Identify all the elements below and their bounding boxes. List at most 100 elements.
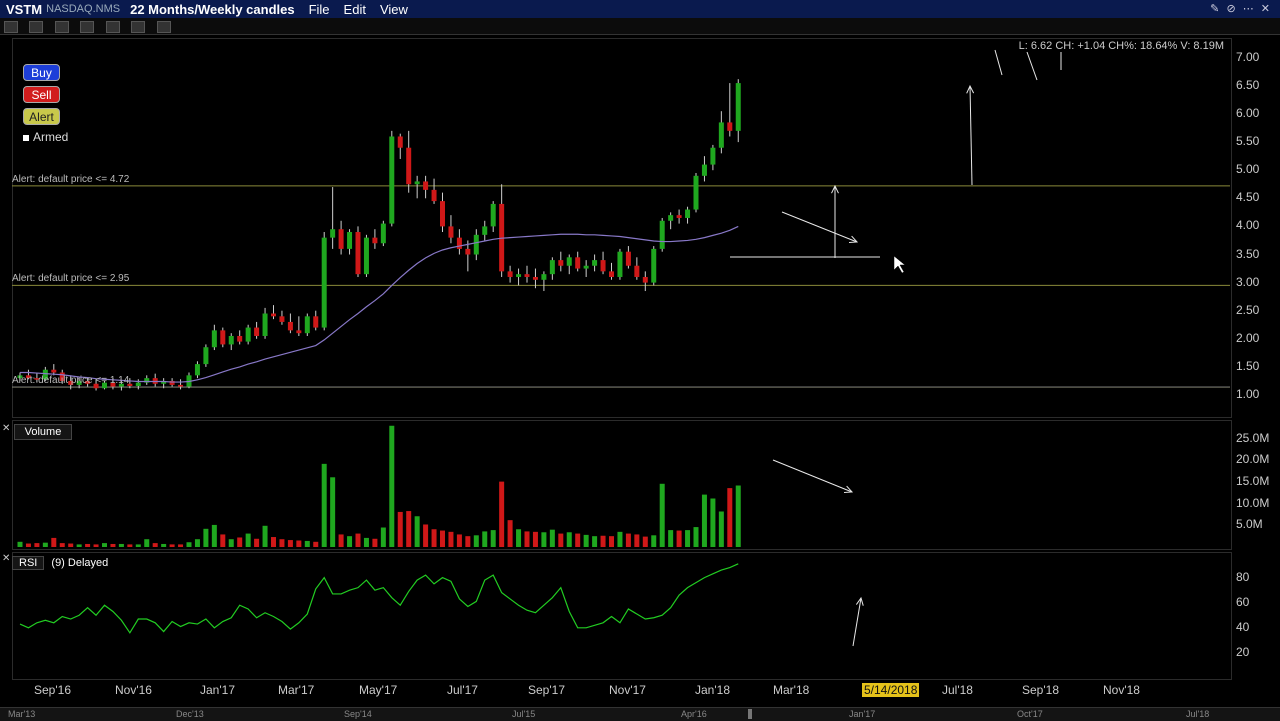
price-axis-tick: 5.50 [1236,134,1260,149]
volume-bar [279,539,285,547]
candle-body [355,232,361,275]
volume-bar [389,425,395,547]
time-axis-tick: Nov'17 [609,683,646,697]
close-rsi-icon[interactable]: ✕ [2,553,10,564]
chart-canvas[interactable] [0,0,1280,720]
rsi-params[interactable]: (9) Delayed [51,557,108,569]
volume-bar [406,511,412,547]
mouse-cursor-icon [893,255,906,274]
volume-bar [701,494,707,547]
candle-body [254,327,260,336]
navigator-handle[interactable] [748,709,752,719]
volume-bar [262,525,268,547]
candle-body [440,201,445,227]
candle-body [583,265,589,269]
time-axis-tick: Jan'18 [695,683,730,697]
candle-body [600,260,606,272]
candle-body [718,122,724,148]
candle-body [575,257,581,269]
volume-bar [609,536,614,547]
navigator-tick: Jul'15 [512,709,536,719]
volume-bar [558,533,564,547]
volume-bar [186,542,192,547]
alert-button[interactable]: Alert [23,108,60,125]
candle-body [338,229,344,249]
alert-label-low[interactable]: Alert: default price <= 1.14 [12,375,129,386]
candle-body [592,260,598,266]
volume-bar [625,533,631,547]
candle-body [651,248,657,283]
time-axis-tick: Mar'17 [278,683,315,697]
volume-bar [194,539,200,547]
volume-bar [144,539,150,547]
range-navigator[interactable]: Mar'13 Dec'13 Sep'14 Jul'15 Apr'16 Jan'17 Oct'… [0,707,1280,721]
volume-bar [135,544,141,547]
volume-bar [735,485,741,547]
candle-body [178,384,184,387]
last-price-info: L: 6.62 CH: +1.04 CH%: 18.64% V: 8.19M [1018,40,1224,52]
candle-body [566,257,572,266]
close-volume-icon[interactable]: ✕ [2,423,10,434]
volume-bar [440,530,445,547]
volume-bar [25,543,31,547]
candle-body [380,223,386,244]
armed-checkbox-icon[interactable] [23,134,29,141]
candle-body [321,237,327,328]
rsi-line [19,563,739,634]
volume-title[interactable]: Volume [14,424,72,440]
candle-body [482,226,488,235]
volume-bar [718,511,724,547]
candle-body [617,251,623,277]
candle-body [313,316,319,328]
candle-body [211,330,217,348]
volume-bar [313,541,319,547]
volume-bar [592,536,598,547]
rsi-axis-tick: 20 [1236,644,1250,659]
candle-body [541,274,547,280]
price-axis-tick: 6.50 [1236,77,1260,92]
candle-body [245,327,251,342]
alert-label-mid[interactable]: Alert: default price <= 2.95 [12,273,129,284]
armed-indicator[interactable]: Armed [23,130,68,144]
volume-bar [659,483,665,547]
price-axis-tick: 3.50 [1236,246,1260,261]
volume-bar [727,488,733,547]
navigator-tick: Jan'17 [849,709,876,719]
volume-bar [304,540,310,547]
candle-body [228,335,234,345]
volume-bar [17,541,23,547]
rsi-title-bar: RSI (9) Delayed [12,556,108,570]
navigator-tick: Oct'17 [1017,709,1043,719]
volume-bar [245,533,251,547]
price-axis-tick: 4.00 [1236,218,1260,233]
price-axis-tick: 3.00 [1236,274,1260,289]
rsi-title[interactable]: RSI [12,556,45,570]
alert-label-high[interactable]: Alert: default price <= 4.72 [12,174,129,185]
volume-bar [254,538,260,547]
sell-button[interactable]: Sell [23,86,60,103]
candle-body [693,175,699,210]
volume-bar [59,543,65,547]
time-axis-tick: Nov'18 [1103,683,1140,697]
annotation-mark-2 [1026,51,1038,81]
candle-body [372,237,378,244]
candle-body [194,364,200,376]
buy-button[interactable]: Buy [23,64,60,81]
volume-bar [93,544,99,547]
candle-body [659,220,665,249]
volume-bar [42,542,48,547]
volume-bar [296,540,302,547]
candle-body [279,316,285,322]
candle-body [625,251,631,266]
candle-body [262,313,268,336]
volume-bar [524,531,530,547]
navigator-tick: Mar'13 [8,709,36,719]
volume-bar [507,520,513,547]
candle-body [304,316,310,334]
price-axis-tick: 7.00 [1236,49,1260,64]
volume-bar [397,511,403,547]
volume-bar [414,516,420,547]
candle-body [558,260,564,266]
volume-bar [161,543,167,547]
volume-bar [423,524,429,547]
